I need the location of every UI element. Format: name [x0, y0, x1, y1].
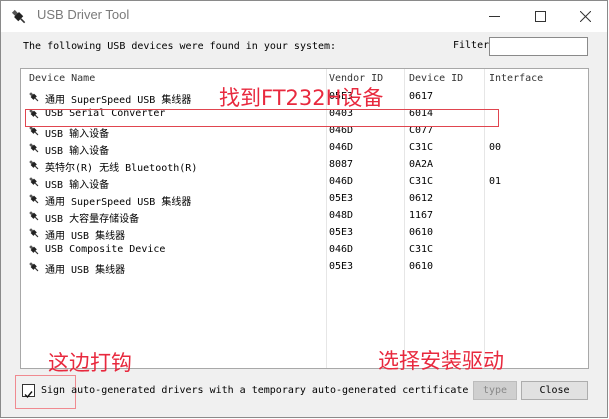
usb-plug-icon [29, 92, 39, 102]
device-id-cell: 0617 [409, 91, 434, 102]
device-id-cell: C31C [409, 142, 434, 153]
vendor-id-cell: 046D [329, 244, 354, 255]
type-button[interactable]: type [473, 381, 517, 400]
minimize-button[interactable] [471, 1, 517, 32]
device-name-cell: 通用 USB 集线器 [45, 265, 126, 276]
table-row[interactable]: USB 大容量存储设备 048D 1167 [21, 208, 588, 225]
usb-plug-icon [29, 245, 39, 255]
table-row[interactable]: 通用 USB 集线器 05E3 0610 [21, 259, 588, 276]
device-name-cell: USB 输入设备 [45, 180, 110, 191]
annotation-select-install: 选择安装驱动 [378, 349, 504, 373]
table-row[interactable]: USB Composite Device 046D C31C [21, 242, 588, 259]
device-name-cell: 通用 SuperSpeed USB 集线器 [45, 197, 192, 208]
interface-cell: 01 [489, 176, 502, 187]
vendor-id-cell: 05E3 [329, 227, 354, 238]
vendor-id-cell: 046D [329, 142, 354, 153]
usb-plug-icon [29, 160, 39, 170]
usb-plug-icon [29, 228, 39, 238]
device-id-cell: C31C [409, 244, 434, 255]
maximize-icon [534, 11, 546, 22]
usb-plug-icon [29, 143, 39, 153]
device-id-cell: 0610 [409, 227, 434, 238]
device-id-cell: C31C [409, 176, 434, 187]
filter-input[interactable] [489, 37, 588, 56]
minimize-icon [488, 16, 500, 17]
vendor-id-cell: 8087 [329, 159, 354, 170]
device-name-cell: USB Composite Device [45, 244, 166, 255]
device-id-cell: 0612 [409, 193, 434, 204]
device-name-cell: USB 输入设备 [45, 129, 110, 140]
vendor-id-cell: 048D [329, 210, 354, 221]
column-header-interface[interactable]: Interface [489, 73, 543, 84]
usb-plug-icon [29, 194, 39, 204]
device-id-cell: 0610 [409, 261, 434, 272]
device-id-cell: 0A2A [409, 159, 434, 170]
close-window-button[interactable] [562, 1, 608, 32]
table-row[interactable]: USB 输入设备 046D C31C 00 [21, 140, 588, 157]
vendor-id-cell: 05E3 [329, 261, 354, 272]
usb-plug-icon [11, 9, 26, 24]
usb-plug-icon [29, 211, 39, 221]
device-id-cell: 1167 [409, 210, 434, 221]
device-name-cell: 通用 SuperSpeed USB 集线器 [45, 95, 192, 106]
table-row[interactable]: 英特尔(R) 无线 Bluetooth(R) 8087 0A2A [21, 157, 588, 174]
column-header-device-id[interactable]: Device ID [409, 73, 463, 84]
maximize-button[interactable] [517, 1, 563, 32]
sign-drivers-checkbox[interactable] [22, 384, 35, 399]
annotation-check-here: 这边打钩 [48, 351, 132, 375]
device-name-cell: 英特尔(R) 无线 Bluetooth(R) [45, 163, 198, 174]
vendor-id-cell: 05E3 [329, 193, 354, 204]
sign-drivers-label: Sign auto-generated drivers with a tempo… [41, 385, 469, 396]
usb-plug-icon [29, 177, 39, 187]
device-name-cell: 通用 USB 集线器 [45, 231, 126, 242]
table-row[interactable]: 通用 USB 集线器 05E3 0610 [21, 225, 588, 242]
usb-plug-icon [29, 262, 39, 272]
interface-cell: 00 [489, 142, 502, 153]
close-icon [579, 11, 591, 22]
device-name-cell: USB 大容量存储设备 [45, 214, 140, 225]
window-title: USB Driver Tool [37, 7, 130, 22]
column-header-device-name[interactable]: Device Name [29, 73, 95, 84]
checkmark-icon [24, 391, 33, 399]
annotation-find-device: 找到FT232H设备 [219, 86, 384, 110]
device-name-cell: USB 输入设备 [45, 146, 110, 157]
title-bar: USB Driver Tool [1, 1, 607, 32]
table-row[interactable]: USB 输入设备 046D C31C 01 [21, 174, 588, 191]
vendor-id-cell: 046D [329, 176, 354, 187]
filter-label: Filter [453, 40, 490, 51]
devices-description: The following USB devices were found in … [23, 41, 337, 52]
close-button[interactable]: Close [521, 381, 588, 400]
table-row[interactable]: 通用 SuperSpeed USB 集线器 05E3 0612 [21, 191, 588, 208]
usb-driver-tool-window: USB Driver Tool The following USB device… [0, 0, 608, 418]
